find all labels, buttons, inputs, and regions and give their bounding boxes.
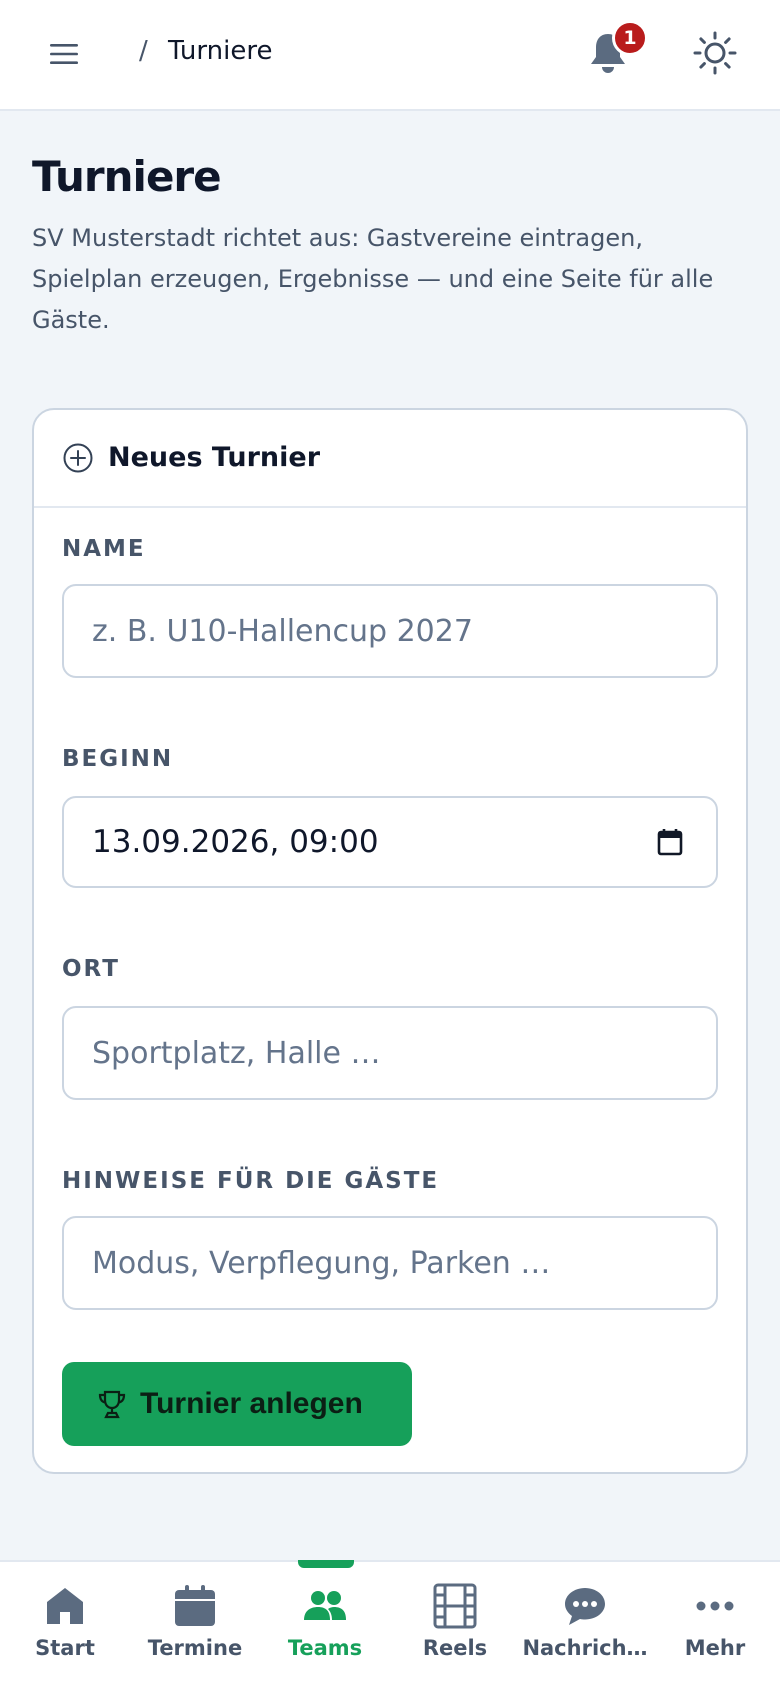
nav-label-teams: Teams (287, 1636, 363, 1660)
nav-item-start[interactable]: Start (0, 1562, 130, 1688)
card-header[interactable]: Neues Turnier (34, 410, 746, 508)
nav-label-termine: Termine (147, 1636, 243, 1660)
create-tournament-button[interactable]: Turnier anlegen (62, 1362, 412, 1446)
nav-item-reels[interactable]: Reels (390, 1562, 520, 1688)
active-indicator (298, 1560, 354, 1568)
nav-item-mehr[interactable]: Mehr (650, 1562, 780, 1688)
nav-item-nachrichten[interactable]: Nachrich… (520, 1562, 650, 1688)
page-title: Turniere (32, 152, 222, 201)
nav-label-start: Start (35, 1636, 95, 1660)
notes-input[interactable] (62, 1216, 718, 1310)
plus-circle-icon (63, 443, 93, 473)
location-label: ORT (62, 956, 120, 982)
create-tournament-label: Turnier anlegen (140, 1387, 363, 1420)
film-icon (433, 1583, 477, 1629)
nav-item-teams[interactable]: Teams (260, 1560, 390, 1688)
bottom-navigation: Start Termine Teams Reels Nachrich… Mehr (0, 1560, 780, 1688)
home-icon (47, 1588, 83, 1624)
start-datetime-value: 13.09.2026, 09:00 (92, 824, 379, 860)
notification-badge: 1 (612, 20, 648, 56)
users-icon (304, 1591, 346, 1620)
start-datetime-input[interactable]: 13.09.2026, 09:00 (62, 796, 718, 888)
name-input[interactable] (62, 584, 718, 678)
new-tournament-card: Neues Turnier NAME BEGINN 13.09.2026, 09… (32, 408, 748, 1474)
page-description: SV Musterstadt richtet aus: Gastvereine … (32, 224, 714, 334)
nav-label-mehr: Mehr (684, 1636, 746, 1660)
top-bar: / Turniere 1 (0, 0, 780, 111)
calendar-icon (175, 1585, 215, 1626)
start-label: BEGINN (62, 746, 174, 772)
breadcrumb-separator: / (139, 36, 148, 66)
chat-icon (565, 1588, 605, 1625)
theme-toggle-button[interactable] (692, 30, 740, 78)
notes-label: HINWEISE FÜR DIE GÄSTE (62, 1168, 440, 1194)
name-label: NAME (62, 536, 146, 562)
more-icon (696, 1601, 734, 1611)
breadcrumb-current: Turniere (168, 36, 273, 66)
menu-button[interactable] (44, 34, 84, 74)
nav-label-reels: Reels (422, 1636, 488, 1660)
nav-item-termine[interactable]: Termine (130, 1562, 260, 1688)
nav-label-nachrichten: Nachrich… (522, 1636, 648, 1660)
sun-icon (693, 31, 737, 75)
card-title: Neues Turnier (108, 442, 321, 473)
calendar-picker-icon[interactable] (654, 826, 686, 858)
menu-icon (50, 44, 78, 64)
location-input[interactable] (62, 1006, 718, 1100)
trophy-icon (98, 1390, 126, 1419)
